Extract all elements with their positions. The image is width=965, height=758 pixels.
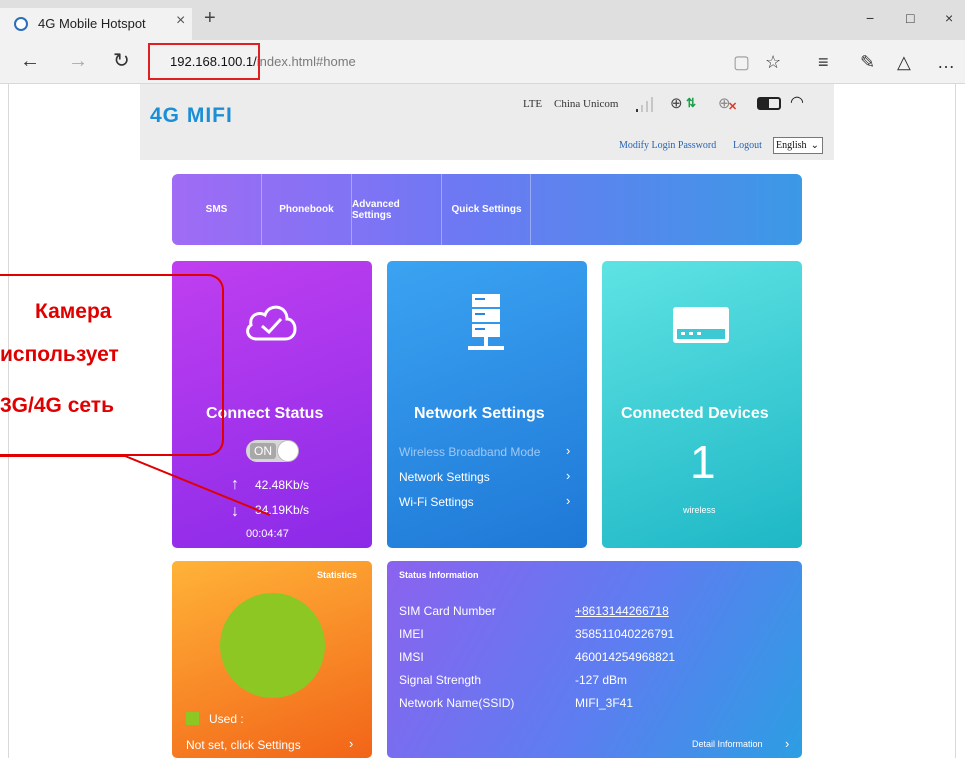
new-tab-icon[interactable]: + (204, 8, 216, 28)
network-type: LTE (523, 98, 543, 110)
cloud-check-icon (246, 305, 297, 341)
link-network-settings[interactable]: Network Settings (399, 470, 490, 484)
carrier-name: China Unicom (554, 98, 619, 110)
link-wifi-settings[interactable]: Wi-Fi Settings (399, 495, 474, 509)
sim-card-label: SIM Card Number (399, 604, 496, 618)
reading-view-icon[interactable]: ▢ (733, 52, 750, 73)
more-icon[interactable]: … (937, 52, 955, 73)
minimize-icon[interactable]: − (866, 10, 874, 26)
chevron-right-icon[interactable]: › (785, 736, 789, 751)
modify-password-link[interactable]: Modify Login Password (619, 140, 716, 151)
back-icon[interactable]: ← (20, 51, 40, 71)
toggle-label: ON (250, 443, 276, 459)
address-highlight-box (148, 43, 260, 80)
not-set-settings-link[interactable]: Not set, click Settings (186, 738, 301, 752)
ssid-value: MIFI_3F41 (575, 696, 634, 710)
chevron-right-icon[interactable]: › (349, 736, 353, 751)
server-icon (468, 294, 504, 350)
connection-uptime: 00:04:47 (246, 528, 289, 540)
tab-title: 4G Mobile Hotspot (38, 16, 146, 31)
annotation-line-1: Камера (35, 300, 112, 323)
tab-close-icon[interactable]: × (176, 12, 185, 30)
share-icon[interactable]: △ (897, 52, 911, 73)
sim-card-number[interactable]: +8613144266718 (575, 604, 669, 618)
language-value: English (776, 140, 807, 151)
maximize-icon[interactable]: □ (906, 10, 914, 26)
page-right-border (955, 84, 956, 758)
wifi-icon: ◠ (790, 94, 804, 111)
download-speed: 34.19Kb/s (255, 503, 310, 517)
logout-link[interactable]: Logout (733, 140, 762, 151)
signal-strength-value: -127 dBm (575, 673, 628, 687)
menu-sms[interactable]: SMS (172, 174, 261, 245)
statistics-title: Statistics (317, 570, 358, 580)
browser-tab[interactable]: 4G Mobile Hotspot × (0, 8, 192, 40)
chevron-right-icon: › (566, 493, 571, 508)
usage-pie-chart (220, 593, 325, 698)
chevron-right-icon: › (566, 443, 571, 458)
data-transfer-icon: ⇅ (686, 96, 697, 110)
detail-information-link[interactable]: Detail Information (692, 739, 763, 749)
device-type: wireless (683, 505, 716, 515)
favorite-icon[interactable]: ☆ (765, 52, 781, 73)
refresh-icon[interactable]: ↻ (113, 51, 130, 71)
web-note-icon[interactable]: ✎ (860, 52, 875, 73)
used-legend-label: Used : (209, 712, 244, 726)
language-select[interactable]: English ⌄ (773, 137, 823, 154)
imsi-value: 460014254968821 (575, 650, 676, 664)
toggle-knob (277, 440, 299, 462)
network-settings-title: Network Settings (414, 405, 545, 422)
annotation-line-2: использует (0, 343, 119, 366)
address-path: index.html#home (256, 54, 356, 69)
imei-value: 358511040226791 (575, 627, 675, 641)
download-arrow-icon: ↓ (231, 503, 239, 520)
ssid-label: Network Name(SSID) (399, 696, 515, 710)
used-legend-swatch (186, 712, 199, 725)
upload-speed: 42.48Kb/s (255, 478, 310, 492)
battery-fill (759, 99, 769, 108)
chevron-down-icon: ⌄ (810, 140, 819, 151)
roaming-off-icon: ✕ (728, 101, 738, 113)
site-favicon-icon (14, 17, 28, 31)
upload-arrow-icon: ↑ (231, 476, 239, 493)
window-close-icon[interactable]: × (945, 10, 953, 26)
status-information-title: Status Information (399, 570, 479, 580)
link-wireless-broadband-mode[interactable]: Wireless Broadband Mode (399, 445, 540, 459)
forward-icon[interactable]: → (68, 51, 88, 71)
router-logo: 4G MIFI (150, 104, 233, 127)
hub-icon[interactable]: ≡ (818, 52, 829, 73)
imsi-label: IMSI (399, 650, 424, 664)
internet-globe-icon: ⊕ (670, 95, 683, 112)
imei-label: IMEI (399, 627, 424, 641)
annotation-line-3: 3G/4G сеть (0, 394, 114, 417)
connected-devices-title: Connected Devices (621, 405, 769, 422)
menu-advanced-settings[interactable]: Advanced Settings (352, 174, 441, 245)
signal-strength-label: Signal Strength (399, 673, 482, 687)
menu-quick-settings[interactable]: Quick Settings (442, 174, 531, 245)
menu-phonebook[interactable]: Phonebook (262, 174, 351, 245)
device-count: 1 (690, 436, 716, 488)
router-icon (673, 307, 729, 343)
chevron-right-icon: › (566, 468, 571, 483)
